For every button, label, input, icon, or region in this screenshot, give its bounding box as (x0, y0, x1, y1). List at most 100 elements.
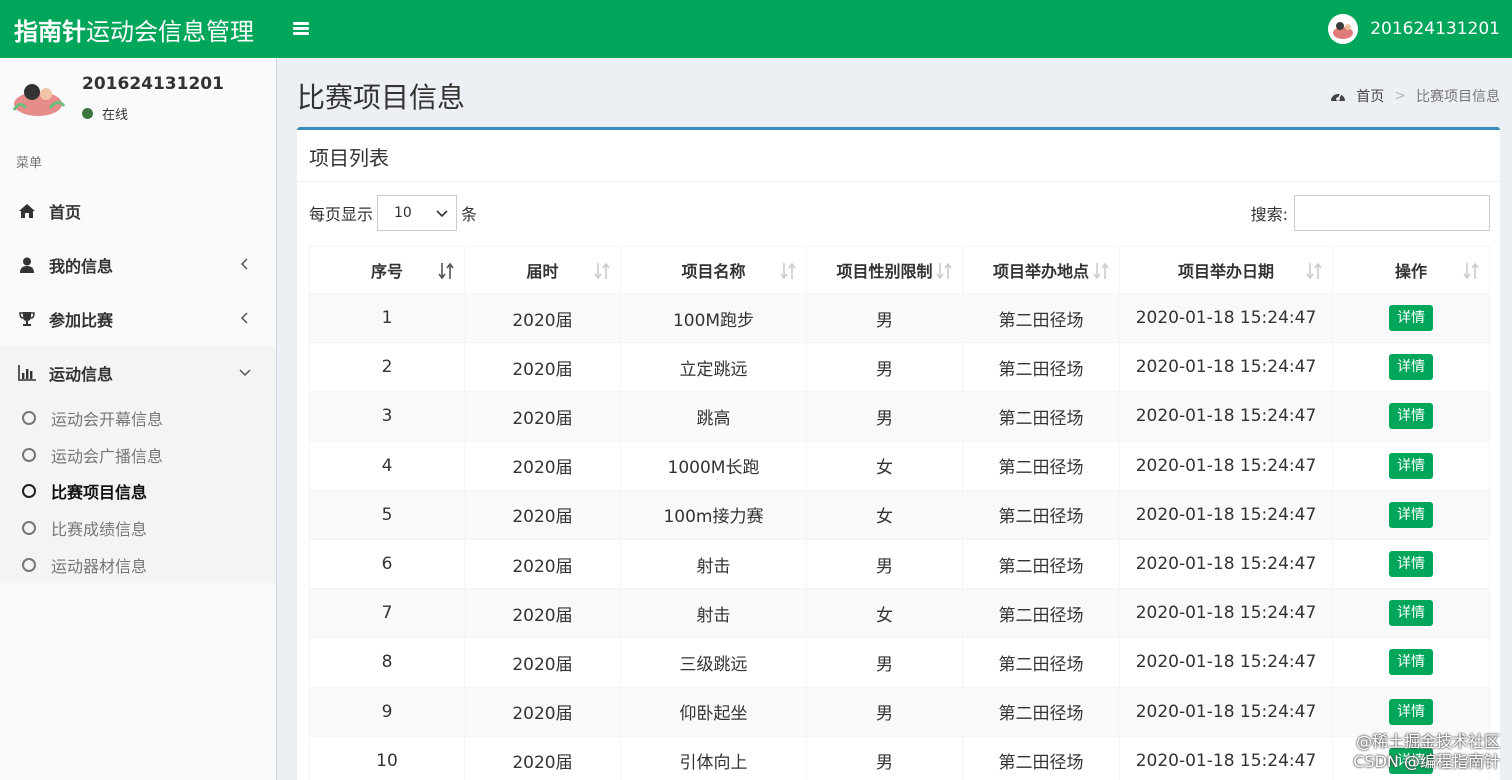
brand-title-text: 运动会信息管理 (86, 17, 254, 46)
sidebar-item-join-competition[interactable]: 参加比赛 (0, 292, 276, 346)
detail-button[interactable]: 详情 (1389, 354, 1433, 381)
avatar (10, 74, 66, 120)
col-action-header[interactable]: 操作 (1332, 246, 1490, 294)
col-event-name-cell: 仰卧起坐 (620, 686, 807, 737)
col-session-header[interactable]: 届时 (464, 246, 621, 294)
col-event-name-cell: 1000M长跑 (620, 440, 807, 491)
table-row: 5 2020届 100m接力赛女第二田径场 2020-01-18 15:24:47 详情 (309, 489, 1490, 540)
page-length-select[interactable]: 10 (377, 195, 458, 231)
page-length-value: 10 (394, 205, 412, 221)
online-status: 在线 (82, 104, 224, 123)
detail-button[interactable]: 详情 (1389, 305, 1433, 332)
sidebar-item-label: 我的信息 (49, 257, 114, 276)
table-row: 9 2020届 仰卧起坐男第二田径场 2020-01-18 15:24:47 详情 (309, 686, 1490, 737)
col-gender-limit-cell: 男 (806, 637, 963, 688)
submenu-item-event-info[interactable]: 比赛项目信息 (0, 473, 276, 510)
watermark-line: CSDN @编程指南针 (1353, 752, 1500, 771)
circle-icon (22, 447, 36, 462)
col-date-cell: 2020-01-18 15:24:47 (1119, 489, 1333, 540)
circle-icon (22, 484, 36, 499)
col-index-cell: 4 (309, 440, 465, 491)
col-index-cell: 6 (309, 538, 465, 590)
col-session-cell: 2020届 (464, 391, 621, 442)
sort-icon (1463, 262, 1479, 280)
col-event-name-cell: 引体向上 (620, 735, 807, 780)
col-event-name-cell: 立定跳远 (620, 342, 807, 393)
sort-ascending-icon (438, 262, 454, 280)
column-header-label: 操作 (1394, 262, 1427, 281)
col-index-cell: 9 (309, 686, 465, 737)
detail-button[interactable]: 详情 (1389, 600, 1433, 627)
sort-icon (594, 262, 610, 280)
event-list-box: 项目列表 每页显示 10 条 搜索: 序号 届时 项目名称 项目性别限制 项目举办地点 项… (297, 127, 1500, 780)
col-gender-limit-cell: 男 (806, 538, 963, 590)
table-row: 10 2020届 引体向上男第二田径场 2020-01-18 15:24:47 详情 (309, 735, 1490, 780)
col-gender-limit-header[interactable]: 项目性别限制 (806, 246, 963, 294)
submenu-item-results-info[interactable]: 比赛成绩信息 (0, 510, 276, 547)
table-row: 7 2020届 射击女第二田径场 2020-01-18 15:24:47 详情 (309, 588, 1490, 639)
col-event-name-header[interactable]: 项目名称 (620, 246, 807, 294)
col-date-cell: 2020-01-18 15:24:47 (1119, 292, 1333, 344)
detail-button[interactable]: 详情 (1389, 403, 1433, 430)
length-prefix-label: 每页显示 (309, 205, 374, 224)
submenu-item-label: 比赛项目信息 (51, 483, 148, 503)
table-row: 4 2020届 1000M长跑女第二田径场 2020-01-18 15:24:47 详情 (309, 440, 1490, 491)
sidebar-item-home[interactable]: 首页 (0, 184, 276, 238)
col-date-cell: 2020-01-18 15:24:47 (1119, 538, 1333, 590)
col-index-cell: 1 (309, 292, 465, 344)
table-row: 8 2020届 三级跳远男第二田径场 2020-01-18 15:24:47 详情 (309, 637, 1490, 688)
col-date-header[interactable]: 项目举办日期 (1119, 246, 1333, 294)
col-action-cell: 详情 (1332, 489, 1490, 540)
home-icon (18, 202, 36, 220)
length-suffix-label: 条 (461, 205, 478, 224)
breadcrumb-current: 比赛项目信息 (1416, 89, 1500, 105)
column-header-label: 届时 (526, 262, 559, 281)
chevron-left-icon (238, 311, 252, 325)
col-session-cell: 2020届 (464, 489, 621, 540)
chevron-down-icon (436, 210, 448, 218)
table-controls: 每页显示 10 条 搜索: (297, 182, 1500, 242)
sidebar-item-my-info[interactable]: 我的信息 (0, 238, 276, 292)
circle-icon (22, 521, 36, 536)
table-row: 2 2020届 立定跳远男第二田径场 2020-01-18 15:24:47 详情 (309, 342, 1490, 393)
detail-button[interactable]: 详情 (1389, 452, 1433, 479)
app-logo[interactable]: 指南针 运动会信息管理 (0, 0, 277, 58)
column-header-label: 项目举办日期 (1177, 262, 1274, 281)
breadcrumb-home-link[interactable]: 首页 (1356, 86, 1384, 106)
user-menu[interactable]: 201624131201 (1328, 0, 1500, 58)
col-action-cell: 详情 (1332, 588, 1490, 639)
col-venue-header[interactable]: 项目举办地点 (962, 246, 1120, 294)
col-index-cell: 3 (309, 391, 465, 442)
table-row: 1 2020届 100M跑步男第二田径场 2020-01-18 15:24:47 详情 (309, 292, 1490, 344)
watermark-line: @稀土掘金技术社区 (1355, 732, 1500, 751)
col-venue-cell: 第二田径场 (962, 588, 1120, 639)
detail-button[interactable]: 详情 (1389, 698, 1433, 725)
col-session-cell: 2020届 (464, 686, 621, 737)
col-gender-limit-cell: 男 (806, 292, 963, 344)
sidebar: 201624131201 在线 菜单 首页 我的信息 参加比赛 运动信息 运动会… (0, 58, 277, 780)
sidebar-item-sports-info[interactable]: 运动信息 (0, 346, 276, 400)
content-wrapper: 比赛项目信息 首页 > 比赛项目信息 项目列表 每页显示 10 条 搜索: 序号… (278, 58, 1512, 780)
col-gender-limit-cell: 女 (806, 440, 963, 491)
search-input[interactable] (1294, 195, 1490, 231)
bar-chart-icon (18, 364, 36, 382)
sidebar-toggle-icon[interactable] (293, 22, 311, 36)
submenu-item-broadcast-info[interactable]: 运动会广播信息 (0, 437, 276, 474)
submenu-item-opening-info[interactable]: 运动会开幕信息 (0, 400, 276, 437)
breadcrumb: 首页 > 比赛项目信息 (1330, 86, 1500, 106)
detail-button[interactable]: 详情 (1389, 649, 1433, 676)
detail-button[interactable]: 详情 (1389, 501, 1433, 528)
sort-icon (780, 262, 796, 280)
submenu-item-equipment-info[interactable]: 运动器材信息 (0, 546, 276, 583)
col-index-header[interactable]: 序号 (309, 246, 465, 294)
col-action-cell: 详情 (1332, 391, 1490, 442)
submenu-item-label: 运动会开幕信息 (51, 410, 164, 430)
col-venue-cell: 第二田径场 (962, 735, 1120, 780)
status-label: 在线 (102, 108, 129, 123)
col-event-name-cell: 100M跑步 (620, 292, 807, 344)
search-control: 搜索: (1251, 195, 1490, 231)
col-date-cell: 2020-01-18 15:24:47 (1119, 735, 1333, 780)
col-venue-cell: 第二田径场 (962, 391, 1120, 442)
detail-button[interactable]: 详情 (1389, 551, 1433, 578)
page-title: 比赛项目信息 (297, 81, 466, 114)
